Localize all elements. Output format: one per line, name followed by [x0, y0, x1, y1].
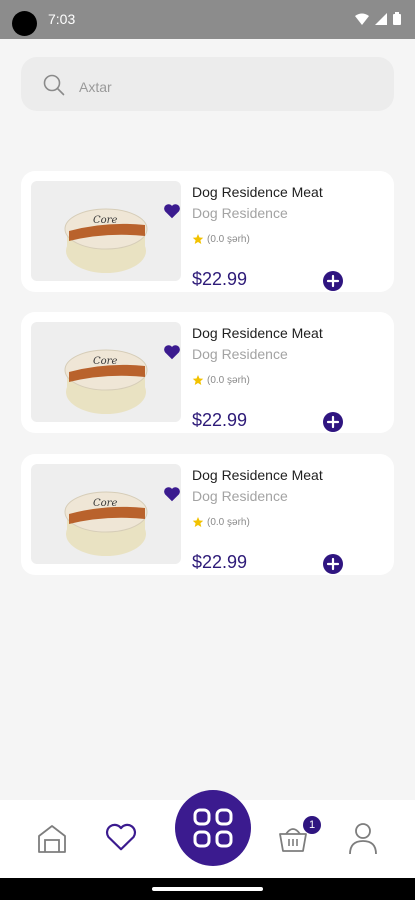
star-icon: [192, 234, 204, 244]
status-bar: 7:03: [0, 0, 415, 39]
star-icon: [192, 375, 204, 385]
status-time: 7:03: [48, 11, 76, 27]
categories-grid-icon: [193, 808, 233, 848]
product-price: $22.99: [192, 269, 248, 289]
rating-text: (0.0 şərh): [207, 374, 250, 386]
product-brand: Dog Residence: [192, 205, 288, 221]
status-icons: [355, 12, 401, 25]
rating-text: (0.0 şərh): [207, 516, 250, 528]
product-card[interactable]: Core Dog Residence Meat Dog Residence (0…: [21, 171, 394, 292]
svg-text:Core: Core: [93, 498, 117, 509]
plus-icon: [326, 274, 340, 288]
profile-icon[interactable]: [347, 821, 379, 855]
heart-icon[interactable]: [163, 203, 181, 219]
add-to-cart-button[interactable]: [323, 412, 343, 432]
product-tray-image: Core: [64, 491, 148, 556]
product-price: $22.99: [192, 410, 248, 430]
product-brand: Dog Residence: [192, 346, 288, 362]
categories-button[interactable]: [175, 790, 251, 866]
search-icon: [43, 74, 65, 96]
heart-icon[interactable]: [163, 344, 181, 360]
search-placeholder: Axtar: [79, 79, 112, 95]
battery-icon: [393, 12, 401, 25]
plus-icon: [326, 415, 340, 429]
product-tray-image: Core: [64, 208, 148, 273]
product-brand: Dog Residence: [192, 488, 288, 504]
heart-icon[interactable]: [163, 486, 181, 502]
product-card[interactable]: Core Dog Residence Meat Dog Residence (0…: [21, 454, 394, 575]
camera-cutout: [12, 11, 37, 36]
add-to-cart-button[interactable]: [323, 554, 343, 574]
product-rating: (0.0 şərh): [192, 233, 250, 245]
search-bar[interactable]: Axtar: [21, 57, 394, 111]
cart-badge: 1: [303, 816, 321, 834]
home-icon[interactable]: [36, 822, 68, 854]
star-icon: [192, 517, 204, 527]
product-price: $22.99: [192, 552, 248, 572]
svg-text:Core: Core: [93, 215, 117, 226]
product-rating: (0.0 şərh): [192, 516, 250, 528]
home-indicator[interactable]: [152, 887, 263, 891]
plus-icon: [326, 557, 340, 571]
signal-icon: [375, 12, 387, 25]
product-name[interactable]: Dog Residence Meat: [192, 467, 323, 483]
product-image[interactable]: Core: [31, 464, 181, 564]
product-tray-image: Core: [64, 349, 148, 414]
add-to-cart-button[interactable]: [323, 271, 343, 291]
product-name[interactable]: Dog Residence Meat: [192, 184, 323, 200]
product-image[interactable]: Core: [31, 322, 181, 422]
product-name[interactable]: Dog Residence Meat: [192, 325, 323, 341]
favorites-icon[interactable]: [104, 822, 138, 852]
system-navigation-bar: [0, 878, 415, 900]
wifi-icon: [355, 13, 369, 25]
svg-text:Core: Core: [93, 356, 117, 367]
rating-text: (0.0 şərh): [207, 233, 250, 245]
product-rating: (0.0 şərh): [192, 374, 250, 386]
product-image[interactable]: Core: [31, 181, 181, 281]
product-card[interactable]: Core Dog Residence Meat Dog Residence (0…: [21, 312, 394, 433]
